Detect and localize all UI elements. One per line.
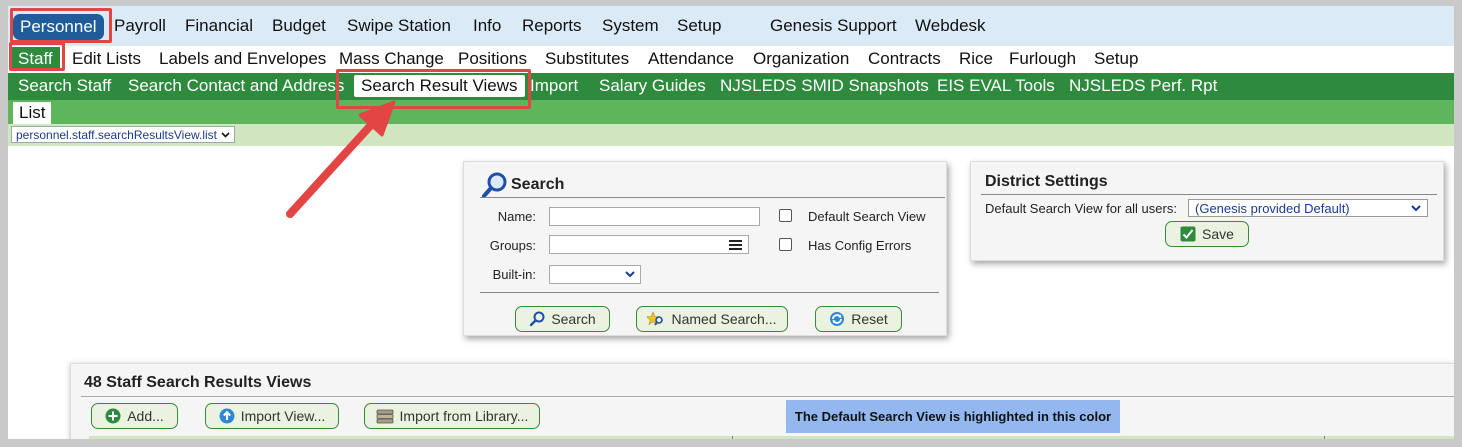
tab-search-staff[interactable]: Search Staff: [18, 76, 111, 96]
import-from-library-button[interactable]: Import from Library...: [364, 403, 540, 429]
sub-menu: Staff Edit Lists Labels and Envelopes Ma…: [8, 46, 1454, 73]
search-icon: [529, 311, 545, 327]
sub-menu-item-furlough[interactable]: Furlough: [1009, 49, 1076, 69]
top-menu-item-genesis-support[interactable]: Genesis Support: [770, 16, 897, 36]
tab-njsleds-perf-rpt[interactable]: NJSLEDS Perf. Rpt: [1069, 76, 1217, 96]
sub-menu-item-rice[interactable]: Rice: [959, 49, 993, 69]
district-settings-panel: District Settings Default Search View fo…: [970, 161, 1444, 261]
page-path-value: personnel.staff.searchResultsView.list: [16, 127, 217, 142]
annotation-box-personnel: [10, 8, 112, 43]
plus-icon: [105, 408, 121, 424]
results-title: 48 Staff Search Results Views: [84, 374, 312, 391]
column-divider: [732, 436, 733, 439]
top-menu-item-payroll[interactable]: Payroll: [114, 16, 166, 36]
list-icon[interactable]: [729, 240, 742, 250]
default-search-view-checkbox[interactable]: [779, 209, 792, 222]
divider: [981, 194, 1437, 195]
reset-button[interactable]: Reset: [815, 306, 902, 332]
star-search-icon: [647, 311, 665, 327]
import-view-button-label: Import View...: [240, 408, 326, 424]
column-divider: [1324, 436, 1325, 439]
top-menu-item-webdesk[interactable]: Webdesk: [915, 16, 986, 36]
default-view-label: Default Search View for all users:: [985, 201, 1177, 216]
library-books-icon: [376, 408, 394, 424]
save-button[interactable]: Save: [1165, 221, 1249, 247]
tab-eis-eval-tools[interactable]: EIS EVAL Tools: [937, 76, 1055, 96]
sub-menu-item-setup[interactable]: Setup: [1094, 49, 1138, 69]
tab-bar: Search Staff Search Contact and Address …: [8, 73, 1454, 100]
named-search-button[interactable]: Named Search...: [636, 306, 788, 332]
tab-list[interactable]: List: [13, 102, 52, 124]
checkmark-icon: [1180, 226, 1196, 242]
default-view-select[interactable]: (Genesis provided Default): [1188, 199, 1428, 217]
divider: [81, 396, 1454, 397]
top-menu-item-info[interactable]: Info: [473, 16, 501, 36]
add-button[interactable]: Add...: [91, 403, 178, 429]
add-button-label: Add...: [127, 408, 164, 424]
results-table-header: [89, 436, 1454, 439]
named-search-button-label: Named Search...: [671, 311, 777, 327]
default-view-legend: The Default Search View is highlighted i…: [786, 400, 1120, 433]
refresh-icon: [829, 311, 845, 327]
app-window: Personnel Payroll Financial Budget Swipe…: [8, 6, 1454, 439]
tab-salary-guides[interactable]: Salary Guides: [599, 76, 706, 96]
chevron-down-icon: [625, 271, 635, 278]
top-menu-item-reports[interactable]: Reports: [522, 16, 582, 36]
page-path-select[interactable]: personnel.staff.searchResultsView.list: [11, 126, 235, 143]
save-button-label: Save: [1202, 226, 1234, 242]
top-menu-item-system[interactable]: System: [602, 16, 659, 36]
results-panel: 48 Staff Search Results Views Add... Imp…: [70, 363, 1454, 439]
annotation-box-staff: [9, 42, 65, 71]
sub-menu-item-organization[interactable]: Organization: [753, 49, 849, 69]
name-label: Name:: [497, 209, 536, 224]
import-from-library-button-label: Import from Library...: [399, 408, 529, 424]
default-view-select-value: (Genesis provided Default): [1195, 200, 1350, 216]
tab-search-contact-address[interactable]: Search Contact and Address: [128, 76, 344, 96]
view-tab-bar: List: [8, 100, 1454, 124]
district-settings-title: District Settings: [985, 173, 1108, 190]
sub-menu-item-contracts[interactable]: Contracts: [868, 49, 941, 69]
search-button-label: Search: [551, 311, 596, 327]
groups-label: Groups:: [489, 238, 536, 253]
search-panel: Search Name: Groups: Built-in: Default S…: [463, 161, 947, 336]
default-search-view-label: Default Search View: [808, 209, 926, 224]
builtin-select[interactable]: [549, 265, 641, 284]
divider: [480, 292, 939, 293]
search-button[interactable]: Search: [515, 306, 610, 332]
sub-menu-item-substitutes[interactable]: Substitutes: [545, 49, 629, 69]
groups-input[interactable]: [549, 235, 749, 254]
has-config-errors-checkbox[interactable]: [779, 238, 792, 251]
tab-njsleds-smid-snapshots[interactable]: NJSLEDS SMID Snapshots: [720, 76, 929, 96]
chevron-down-icon: [1411, 204, 1421, 212]
top-menu: Personnel Payroll Financial Budget Swipe…: [8, 6, 1454, 46]
top-menu-item-budget[interactable]: Budget: [272, 16, 326, 36]
annotation-arrow: [286, 100, 396, 218]
upload-icon: [219, 408, 235, 424]
import-view-button[interactable]: Import View...: [205, 403, 339, 429]
has-config-errors-label: Has Config Errors: [808, 238, 912, 253]
top-menu-item-setup[interactable]: Setup: [677, 16, 721, 36]
search-panel-title: Search: [511, 176, 565, 193]
sub-menu-item-attendance[interactable]: Attendance: [648, 49, 734, 69]
top-menu-item-financial[interactable]: Financial: [185, 16, 253, 36]
builtin-label: Built-in:: [492, 267, 536, 282]
path-bar: personnel.staff.searchResultsView.list: [8, 124, 1454, 146]
name-input[interactable]: [549, 207, 760, 226]
divider: [480, 197, 945, 198]
magnifier-icon: [481, 171, 509, 199]
sub-menu-item-positions[interactable]: Positions: [458, 49, 527, 69]
sub-menu-item-labels-envelopes[interactable]: Labels and Envelopes: [159, 49, 326, 69]
reset-button-label: Reset: [851, 311, 888, 327]
sub-menu-item-edit-lists[interactable]: Edit Lists: [72, 49, 141, 69]
top-menu-item-swipe-station[interactable]: Swipe Station: [347, 16, 451, 36]
sub-menu-item-mass-change[interactable]: Mass Change: [339, 49, 444, 69]
chevron-down-icon: [221, 131, 230, 138]
tab-import[interactable]: Import: [530, 76, 578, 96]
